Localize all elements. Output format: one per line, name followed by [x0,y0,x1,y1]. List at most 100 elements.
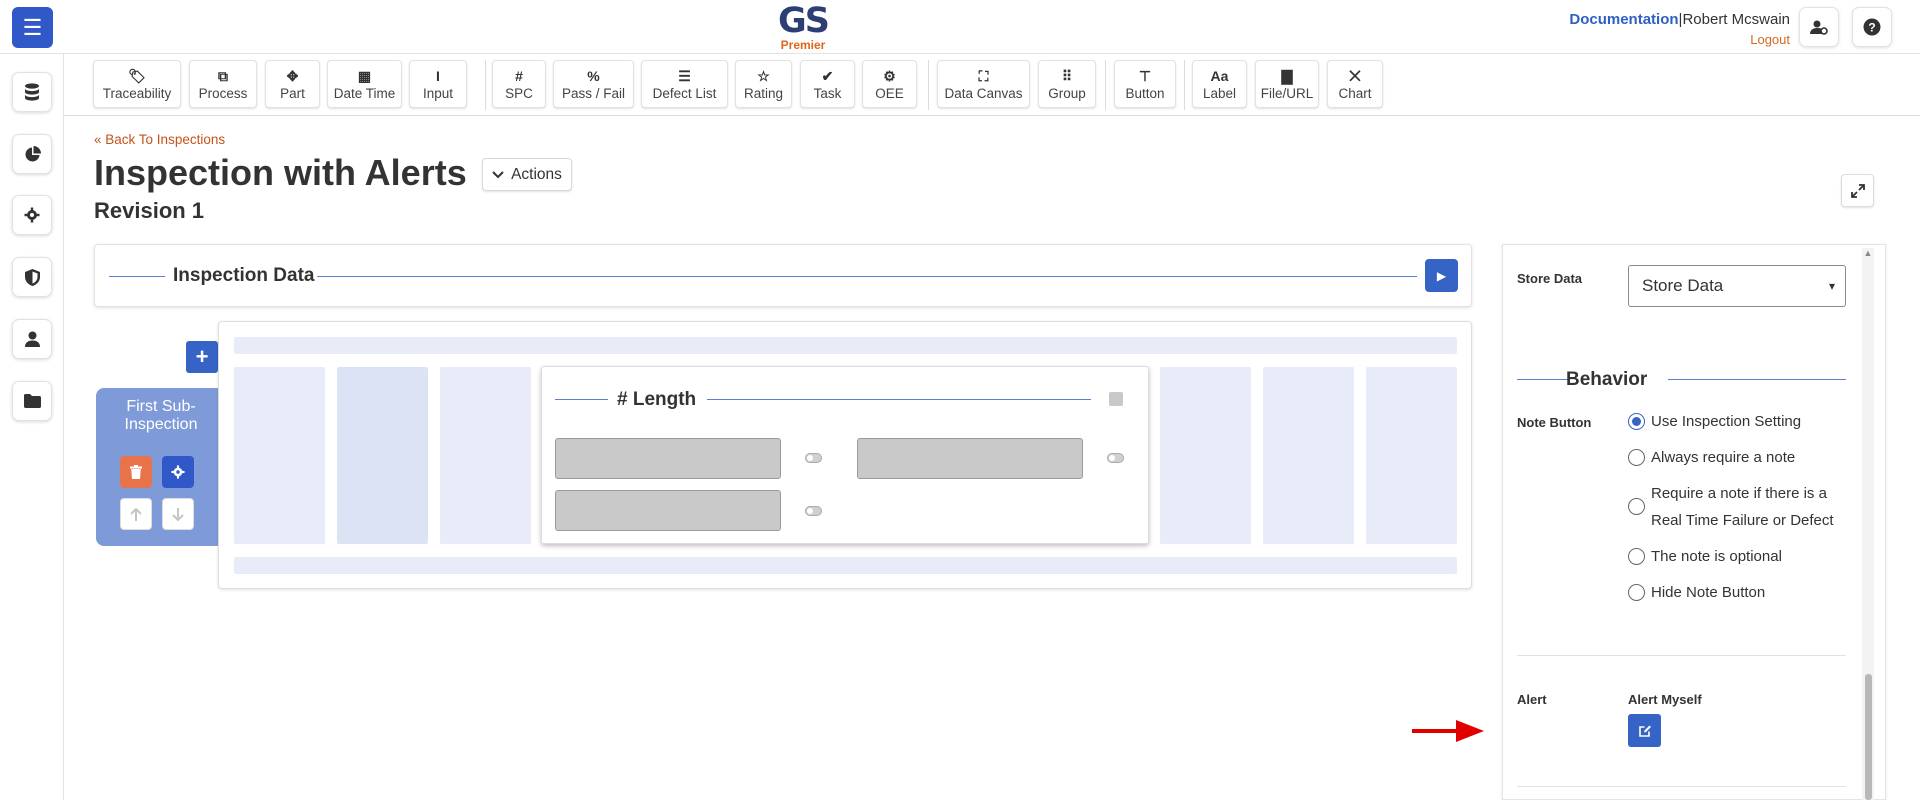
alert-myself-edit-button[interactable] [1628,714,1661,747]
canvas-icon: ⛶ [978,67,989,84]
store-data-select[interactable]: Store Data ▾ [1628,265,1846,307]
divider-line [707,399,1091,400]
robot-arm-icon: ⚙ [883,67,896,84]
sidebar-item-security[interactable] [12,257,52,297]
collapse-arrow-button[interactable]: ▶ [1425,259,1458,292]
placeholder-column [1366,367,1457,544]
section-divider [1517,655,1846,656]
logout-link[interactable]: Logout [1569,32,1790,47]
tool-label: Button [1125,85,1165,101]
tool-label-text: Label [1202,85,1237,101]
tool-date-time[interactable]: ▦ Date Time [327,60,402,108]
divider-line [317,276,1417,277]
tool-label: Process [198,85,248,101]
user-name: Robert Mcswain [1682,11,1790,28]
tool-input[interactable]: I Input [409,60,467,108]
note-option-label: Use Inspection Setting [1651,413,1802,430]
alert-myself-label: Alert Myself [1628,692,1702,707]
toggle-2[interactable] [1107,453,1124,463]
sidebar-item-reports[interactable] [12,134,52,174]
note-option-label: Always require a note [1651,449,1796,466]
placeholder-column [1160,367,1251,544]
user-settings-button[interactable] [1799,7,1839,47]
tool-label: File/URL [1260,85,1314,101]
length-component[interactable]: # Length [541,366,1149,544]
tool-label: Input [422,85,454,101]
actions-dropdown[interactable]: Actions [482,158,572,191]
tool-process[interactable]: ⧉ Process [189,60,257,108]
help-button[interactable]: ? [1852,7,1892,47]
tool-button[interactable]: ⊤ Button [1114,60,1176,108]
puzzle-icon: ✥ [286,67,299,84]
tool-rating[interactable]: ☆ Rating [735,60,792,108]
note-icon[interactable] [1109,392,1123,406]
revision-label: Revision 1 [94,198,205,223]
tool-chart[interactable]: ⨉ Chart [1327,60,1383,108]
expand-button[interactable] [1841,174,1874,207]
sub-inspection-card[interactable]: First Sub-Inspection [96,388,224,546]
tool-part[interactable]: ✥ Part [265,60,320,108]
add-sub-inspection-button[interactable]: + [186,341,218,373]
tool-data-canvas[interactable]: ⛶ Data Canvas [937,60,1030,108]
tool-spc[interactable]: # SPC [492,60,546,108]
placeholder-row [234,557,1457,574]
toggle-3[interactable] [805,506,822,516]
inspection-data-title: Inspection Data [173,265,315,286]
toggle-1[interactable] [805,453,822,463]
radio-button[interactable] [1628,498,1645,515]
file-icon: ▇ [1281,67,1293,84]
percent-icon: % [587,67,600,84]
scroll-up-arrow-icon[interactable]: ▲ [1863,248,1873,258]
tool-pass-fail[interactable]: % Pass / Fail [553,60,634,108]
length-input-2[interactable] [857,438,1083,479]
radio-button[interactable] [1628,584,1645,601]
expand-icon [1850,183,1865,198]
list-icon: ☰ [678,67,691,84]
text-cursor-icon: I [436,67,440,84]
inspection-data-panel: Inspection Data ▶ [94,244,1472,307]
menu-button[interactable]: ☰ [12,7,53,48]
red-arrow-annotation-icon [1412,720,1484,742]
radio-button[interactable] [1628,548,1645,565]
logo-main: GS [778,1,830,41]
divider-line [1517,379,1570,380]
radio-button[interactable] [1628,449,1645,466]
trash-icon [130,465,142,479]
double-chevron-left-icon: « [94,132,102,147]
move-down-button[interactable] [162,498,194,530]
chevron-down-icon [492,170,504,178]
divider-line [109,276,165,277]
note-option-label-line2: Real Time Failure or Defect [1651,512,1834,529]
sidebar-item-users[interactable] [12,319,52,359]
tool-traceability[interactable]: 🏷 Traceability [93,60,181,108]
placeholder-column [440,367,531,544]
placeholder-row [234,337,1457,354]
placeholder-column [337,367,428,544]
tool-label[interactable]: Aa Label [1192,60,1247,108]
length-input-1[interactable] [555,438,781,479]
delete-sub-inspection-button[interactable] [120,456,152,488]
caret-right-icon: ▶ [1436,268,1447,283]
paint-roller-icon: ⊤ [1138,67,1152,84]
grid-icon: ⠿ [1061,67,1073,84]
tool-task[interactable]: ✔ Task [800,60,855,108]
documentation-link[interactable]: Documentation [1569,11,1678,28]
sidebar-item-settings[interactable] [12,195,52,235]
chevron-down-icon: ▾ [1828,279,1835,293]
back-to-inspections-link[interactable]: « Back To Inspections [94,132,225,147]
sub-inspection-settings-button[interactable] [162,456,194,488]
tool-file-url[interactable]: ▇ File/URL [1255,60,1319,108]
tool-label: Traceability [102,85,172,101]
sidebar-item-database[interactable] [12,72,52,112]
sidebar-item-files[interactable] [12,381,52,421]
tool-defect-list[interactable]: ☰ Defect List [641,60,728,108]
move-up-button[interactable] [120,498,152,530]
tool-oee[interactable]: ⚙ OEE [862,60,917,108]
store-data-value: Store Data [1642,276,1724,295]
length-input-3[interactable] [555,490,781,531]
tool-group[interactable]: ⠿ Group [1038,60,1096,108]
user-area: Documentation|Robert Mcswain Logout [1569,11,1790,47]
menu-icon: ☰ [22,14,43,40]
scrollbar-thumb[interactable] [1865,674,1872,800]
radio-button[interactable] [1628,413,1645,430]
